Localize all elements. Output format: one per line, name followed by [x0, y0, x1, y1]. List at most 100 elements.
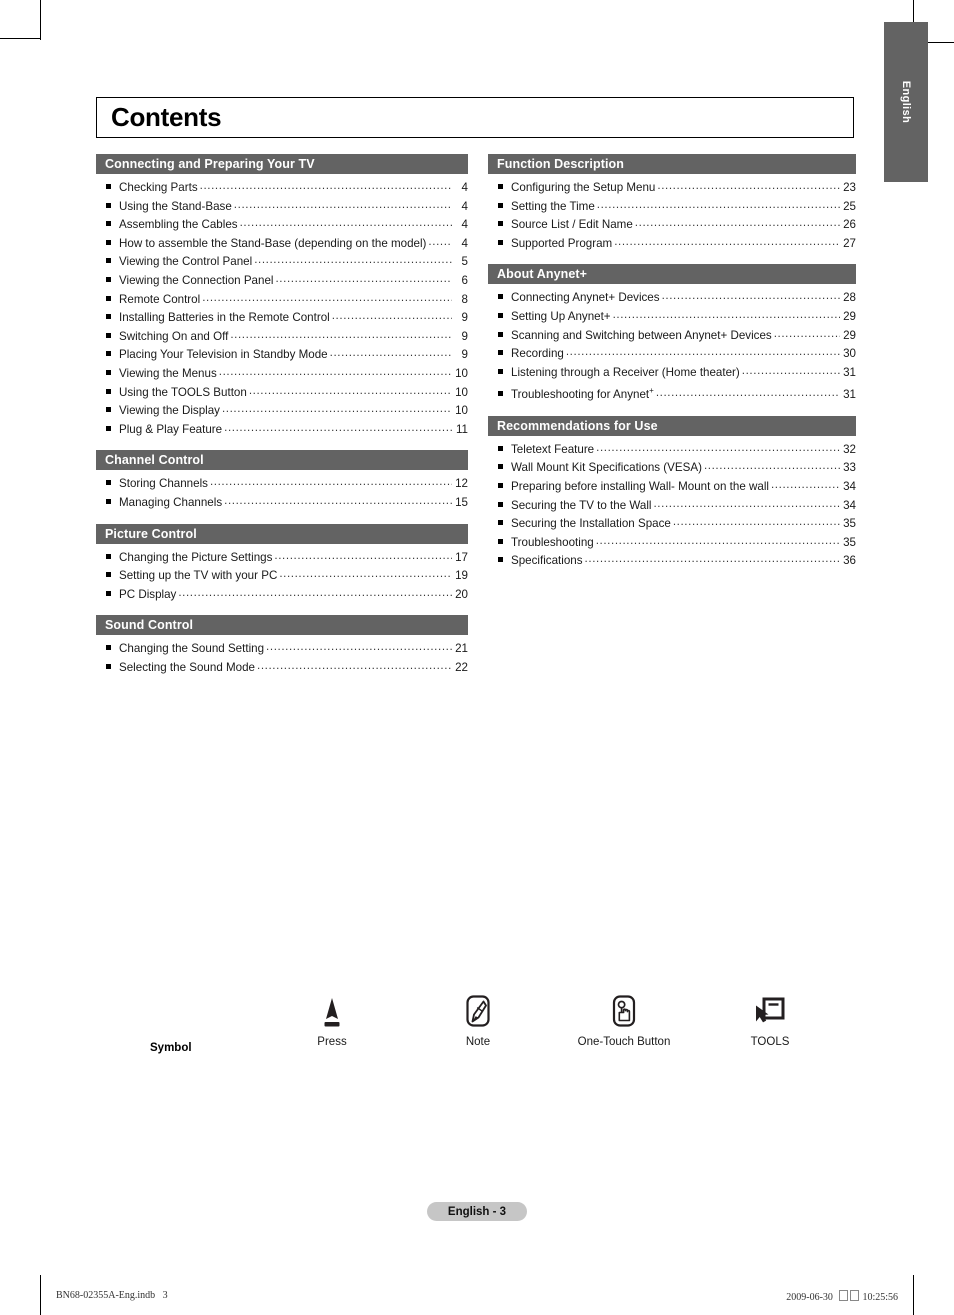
toc-entry-label: Checking Parts: [119, 181, 198, 194]
press-icon: [262, 990, 402, 1034]
symbol-legend: Symbol Press Note One-Touch Button TOOLS: [150, 990, 850, 1070]
bullet-square-icon: [106, 239, 111, 245]
bullet-square-icon: [498, 331, 503, 337]
crop-mark-bottom-right: [913, 1275, 914, 1315]
toc-section-header: Channel Control: [96, 450, 468, 471]
dot-leader: [210, 473, 452, 492]
missing-glyph-box: [838, 1290, 848, 1301]
bullet-square-icon: [498, 184, 503, 189]
dot-leader: [704, 457, 840, 476]
one-touch-button-icon: [554, 990, 694, 1034]
toc-entry[interactable]: Assembling the Cables 4: [96, 216, 468, 235]
toc-entry-label: Wall Mount Kit Specifications (VESA): [511, 461, 702, 475]
toc-entry-label: Using the Stand-Base: [119, 199, 232, 213]
dot-leader: [219, 363, 452, 382]
toc-entry-page-number: 10: [455, 404, 468, 418]
toc-entry-page-number: 5: [461, 255, 468, 269]
toc-entry-page-number: 9: [461, 348, 468, 362]
dot-leader: [222, 400, 452, 419]
dot-leader: [613, 306, 840, 325]
toc-entry-label: Listening through a Receiver (Home theat…: [511, 365, 740, 379]
dot-leader: [585, 550, 840, 569]
legend-caption-tools: TOOLS: [750, 1036, 790, 1048]
toc-section-header: Connecting and Preparing Your TV: [96, 154, 468, 174]
bullet-square-icon: [106, 425, 111, 431]
toc-entry-page-number: 15: [455, 495, 468, 509]
dot-leader: [771, 476, 840, 495]
page-title-box: Contents: [96, 97, 854, 138]
bullet-square-icon: [106, 276, 111, 282]
toc-section-header: Picture Control: [96, 523, 468, 544]
legend-caption-one-touch-button: One-Touch Button: [577, 1036, 671, 1048]
bullet-square-icon: [106, 184, 111, 189]
dot-leader: [596, 532, 840, 551]
bullet-square-icon: [498, 368, 503, 374]
bullet-square-icon: [498, 221, 503, 227]
bullet-square-icon: [106, 663, 111, 669]
toc-entry[interactable]: Managing Channels 15: [96, 494, 468, 513]
print-mark-time: 10:25:56: [862, 1292, 898, 1303]
bullet-square-icon: [498, 538, 503, 544]
bullet-square-icon: [106, 369, 111, 375]
toc-entry-page-number: 33: [843, 461, 856, 475]
bullet-square-icon: [498, 239, 503, 245]
legend-caption-note: Note: [465, 1036, 491, 1048]
toc-entry-label: Assembling the Cables: [119, 218, 238, 232]
dot-leader: [330, 344, 452, 363]
toc-entry-list: Changing the Sound Setting 21 Selecting th…: [96, 635, 468, 677]
toc-entry[interactable]: Specifications 36: [488, 552, 856, 571]
toc-entry-list: Teletext Feature 32 Wall Mount Kit Specifi…: [488, 436, 856, 571]
toc-entry-label: Specifications: [511, 554, 583, 568]
side-tab-rule: [928, 42, 954, 43]
dot-leader: [566, 343, 840, 362]
toc-entry-page-number: 10: [455, 385, 468, 399]
toc-entry-label: Viewing the Control Panel: [119, 255, 253, 269]
bullet-square-icon: [498, 464, 503, 470]
dot-leader: [266, 638, 452, 657]
print-mark-filename: BN68-02355A-Eng.indb 3: [56, 1290, 168, 1301]
toc-entry[interactable]: Supported Program 27: [488, 235, 856, 254]
bullet-square-icon: [106, 407, 111, 413]
toc-entry[interactable]: PC Display 20: [96, 586, 468, 605]
bullet-square-icon: [106, 590, 111, 596]
toc-entry-list: Changing the Picture Settings17Setting u…: [96, 544, 468, 605]
toc-entry[interactable]: Plug & Play Feature 11: [96, 421, 468, 440]
toc-entry-label: Changing the Sound Setting: [119, 642, 265, 656]
toc-entry-page-number: 25: [843, 199, 856, 213]
tools-icon: [700, 990, 840, 1034]
bullet-square-icon: [106, 332, 111, 338]
missing-glyph-box: [849, 1290, 859, 1301]
bullet-square-icon: [106, 351, 111, 357]
toc-entry-page-number: 4: [461, 199, 468, 213]
dot-leader: [178, 584, 452, 603]
toc-entry-page-number: 4: [461, 181, 468, 194]
dot-leader: [742, 362, 840, 381]
toc-entry[interactable]: Selecting the Sound Mode 22: [96, 659, 468, 678]
toc-entry-list: Connecting Anynet+ Devices28Setting Up A…: [488, 284, 856, 404]
toc-entry[interactable]: Troubleshooting for Anynet+31: [488, 382, 856, 404]
toc-entry[interactable]: Listening through a Receiver (Home theat…: [488, 364, 856, 383]
dot-leader: [614, 233, 840, 252]
legend-item-press: Press: [262, 990, 402, 1048]
bullet-square-icon: [498, 557, 503, 563]
toc-entry-page-number: 36: [843, 554, 856, 568]
dot-leader: [596, 439, 840, 458]
bullet-square-icon: [498, 520, 503, 526]
toc-section-header: About Anynet+: [488, 264, 856, 285]
legend-item-one-touch-button: One-Touch Button: [554, 990, 694, 1048]
toc-entry-page-number: 12: [455, 477, 468, 491]
toc-entry-list: Configuring the Setup Menu23Setting the …: [488, 174, 856, 253]
toc-entry-page-number: 30: [843, 347, 856, 361]
legend-caption-press: Press: [317, 1036, 347, 1048]
toc-entry-page-number: 19: [455, 569, 468, 583]
toc-entry-page-number: 17: [455, 550, 468, 564]
symbol-legend-title: Symbol: [150, 1042, 192, 1054]
page-footer-badge: English - 3: [427, 1202, 527, 1221]
dot-leader: [279, 565, 452, 584]
crop-mark-bottom-left: [40, 1275, 41, 1315]
toc-entry-page-number: 4: [461, 218, 468, 232]
dot-leader: [224, 492, 452, 511]
bullet-square-icon: [498, 501, 503, 507]
side-language-tab-label: English: [900, 80, 912, 124]
toc-entry-label: Troubleshooting for Anynet+: [511, 382, 654, 404]
